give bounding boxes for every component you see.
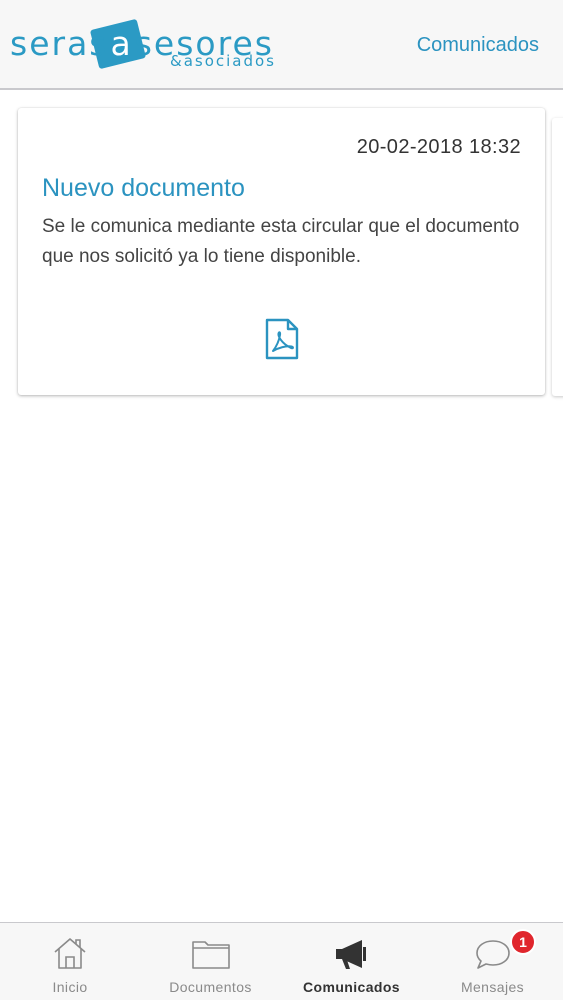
home-icon — [52, 935, 88, 976]
announcement-card[interactable]: 20-02-2018 18:32 Nuevo documento Se le c… — [18, 108, 545, 395]
tab-label-inicio: Inicio — [52, 979, 88, 995]
tab-inicio[interactable]: Inicio — [0, 923, 140, 1000]
next-card-peek[interactable] — [552, 118, 563, 396]
tab-mensajes[interactable]: 1 Mensajes — [422, 923, 563, 1000]
announcement-date: 20-02-2018 18:32 — [356, 136, 521, 158]
logo-part2: a — [110, 24, 133, 63]
announcement-title: Nuevo documento — [42, 174, 245, 202]
tab-comunicados[interactable]: Comunicados — [281, 923, 422, 1000]
pdf-icon[interactable] — [264, 318, 300, 360]
tab-label-mensajes: Mensajes — [460, 979, 525, 995]
company-logo[interactable]: serasasesores &asociados — [10, 18, 280, 74]
page-title: Comunicados — [416, 34, 539, 56]
logo-subtitle: &asociados — [170, 52, 277, 70]
logo-part1: seras — [10, 24, 109, 63]
tab-documentos[interactable]: Documentos — [140, 923, 281, 1000]
folder-icon — [191, 935, 231, 976]
top-header: serasasesores &asociados Comunicados — [0, 0, 563, 90]
chat-bubble-icon — [474, 935, 512, 976]
announcement-body: Se le comunica mediante esta circular qu… — [42, 216, 520, 267]
bottom-tab-bar: Inicio Documentos Comunicados 1 Mensajes — [0, 922, 563, 1000]
tab-label-documentos: Documentos — [169, 979, 252, 995]
megaphone-icon — [332, 935, 372, 976]
app-root: serasasesores &asociados Comunicados 20-… — [0, 0, 563, 1000]
unread-badge: 1 — [510, 929, 536, 955]
tab-label-comunicados: Comunicados — [303, 979, 400, 995]
